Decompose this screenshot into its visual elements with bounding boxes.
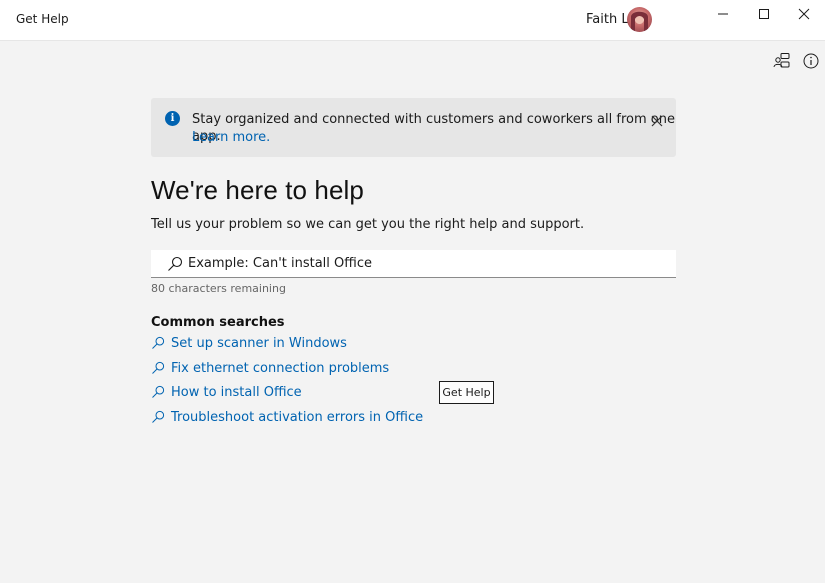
search-icon bbox=[152, 385, 165, 398]
window-close-button[interactable] bbox=[784, 0, 824, 28]
maximize-button[interactable] bbox=[744, 0, 784, 28]
minimize-icon bbox=[718, 13, 728, 15]
common-search-item[interactable]: Set up scanner in Windows bbox=[151, 333, 347, 353]
close-icon bbox=[651, 115, 663, 127]
common-searches-heading: Common searches bbox=[151, 315, 285, 330]
common-search-item[interactable]: How to install Office bbox=[151, 382, 302, 402]
search-box[interactable] bbox=[151, 250, 676, 278]
page-title: We're here to help bbox=[151, 175, 364, 205]
common-search-item[interactable]: Fix ethernet connection problems bbox=[151, 358, 389, 378]
search-icon bbox=[152, 410, 165, 423]
info-banner: i Stay organized and connected with cust… bbox=[151, 98, 676, 157]
title-bar: Get Help Faith L bbox=[0, 0, 825, 41]
minimize-button[interactable] bbox=[703, 0, 743, 28]
avatar-image bbox=[631, 11, 648, 32]
info-circle-icon bbox=[803, 53, 819, 69]
user-name[interactable]: Faith L bbox=[586, 12, 629, 27]
common-search-label: Troubleshoot activation errors in Office bbox=[171, 409, 424, 425]
common-search-label: How to install Office bbox=[171, 384, 302, 400]
maximize-icon bbox=[759, 9, 769, 19]
banner-close-button[interactable] bbox=[651, 112, 663, 127]
common-search-item[interactable]: Troubleshoot activation errors in Office bbox=[151, 407, 423, 427]
get-help-button[interactable]: Get Help bbox=[439, 381, 494, 404]
close-icon bbox=[798, 8, 810, 20]
community-icon bbox=[773, 53, 790, 68]
learn-more-link[interactable]: Learn more. bbox=[192, 129, 270, 146]
common-search-label: Set up scanner in Windows bbox=[171, 335, 347, 351]
page-subtitle: Tell us your problem so we can get you t… bbox=[151, 217, 585, 232]
search-icon bbox=[152, 336, 165, 349]
search-icon bbox=[152, 361, 165, 374]
search-input[interactable] bbox=[188, 250, 668, 277]
search-icon bbox=[168, 256, 183, 271]
community-button[interactable] bbox=[773, 52, 791, 70]
avatar[interactable] bbox=[627, 7, 652, 32]
common-search-label: Fix ethernet connection problems bbox=[171, 360, 390, 376]
characters-remaining: 80 characters remaining bbox=[151, 282, 286, 295]
about-button[interactable] bbox=[802, 52, 820, 70]
info-icon: i bbox=[165, 111, 180, 126]
app-title: Get Help bbox=[16, 12, 69, 26]
